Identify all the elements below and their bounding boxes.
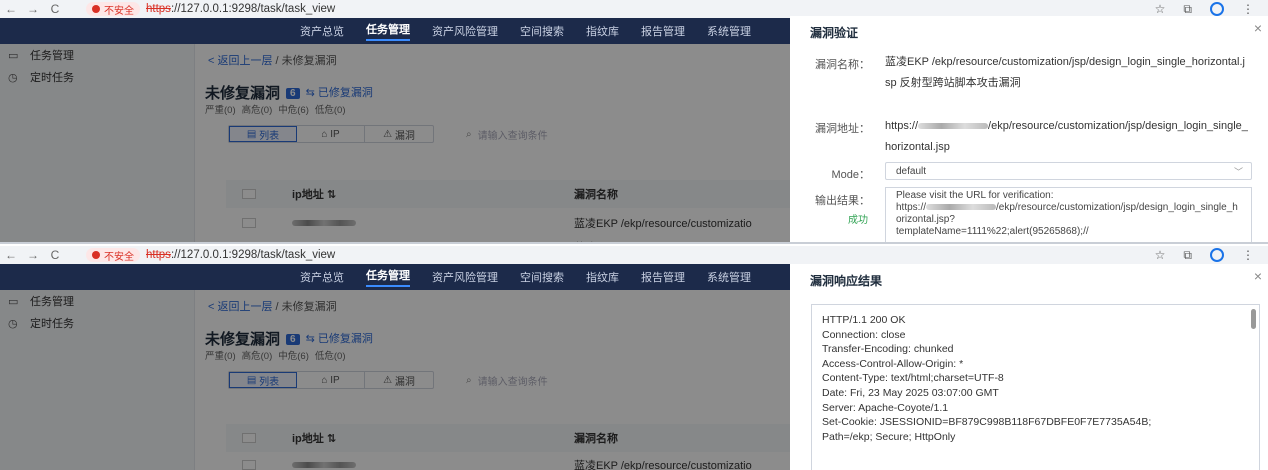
browser-menu-icon[interactable]: ⋮ [1242,2,1254,16]
extensions-icon[interactable]: ⧉ [1183,2,1192,17]
nav-system[interactable]: 系统管理 [707,23,751,39]
drawer-title: 漏洞响应结果 [810,274,883,288]
browser-actions: ☆ ⧉ ⋮ [1155,2,1268,17]
warning-icon [92,5,100,13]
nav-fingerprint[interactable]: 指纹库 [586,23,619,39]
vuln-name-label: 漏洞名称： [815,59,870,71]
forward-arrow-icon[interactable]: → [22,2,44,16]
bookmark-star-icon[interactable]: ☆ [1155,2,1166,16]
warning-icon [92,251,100,259]
nav-asset-risk[interactable]: 资产风险管理 [432,269,498,285]
redacted-host [926,204,997,211]
nav-space-search[interactable]: 空间搜索 [520,23,564,39]
bookmark-star-icon[interactable]: ☆ [1155,248,1166,262]
reload-icon[interactable]: C [44,248,66,262]
nav-asset-overview[interactable]: 资产总览 [300,269,344,285]
nav-report[interactable]: 报告管理 [641,23,685,39]
response-textarea[interactable]: HTTP/1.1 200 OK Connection: close Transf… [811,304,1260,470]
modal-overlay[interactable] [0,44,790,242]
nav-asset-overview[interactable]: 资产总览 [300,23,344,39]
back-arrow-icon[interactable]: ← [0,248,22,262]
bottom-screenshot-pane: ← → C 不安全 https://127.0.0.1:9298/task/ta… [0,246,1268,470]
output-label: 输出结果： [815,195,870,207]
nav-system[interactable]: 系统管理 [707,269,751,285]
profile-icon[interactable] [1210,2,1224,16]
nav-task-management[interactable]: 任务管理 [366,267,410,287]
nav-space-search[interactable]: 空间搜索 [520,269,564,285]
forward-arrow-icon[interactable]: → [22,248,44,262]
nav-asset-risk[interactable]: 资产风险管理 [432,23,498,39]
chevron-down-icon: ﹀ [1233,166,1243,177]
vuln-name-value: 蓝凌EKP /ekp/resource/customization/jsp/de… [885,56,1245,89]
mode-select[interactable]: default ﹀ [885,162,1252,180]
top-screenshot-pane: ← → C 不安全 https://127.0.0.1:9298/task/ta… [0,0,1268,244]
vuln-addr-label: 漏洞地址： [815,123,870,135]
not-secure-badge[interactable]: 不安全 [86,2,140,17]
extensions-icon[interactable]: ⧉ [1183,248,1192,263]
mode-label: Mode： [831,169,870,181]
scrollbar[interactable] [1251,309,1256,329]
profile-icon[interactable] [1210,248,1224,262]
close-icon[interactable]: × [1254,20,1262,36]
output-textarea[interactable]: Please visit the URL for verification: h… [885,187,1252,242]
drawer-title: 漏洞验证 [810,26,859,40]
not-secure-badge[interactable]: 不安全 [86,248,140,263]
nav-fingerprint[interactable]: 指纹库 [586,269,619,285]
browser-toolbar: ← → C 不安全 https://127.0.0.1:9298/task/ta… [0,246,1268,264]
browser-menu-icon[interactable]: ⋮ [1242,248,1254,262]
close-icon[interactable]: × [1254,268,1262,284]
browser-actions: ☆ ⧉ ⋮ [1155,248,1268,263]
address-bar[interactable]: https://127.0.0.1:9298/task/task_view [146,249,335,261]
status-badge: 成功 [848,215,868,226]
reload-icon[interactable]: C [44,2,66,16]
vuln-response-drawer: 漏洞响应结果 × HTTP/1.1 200 OK Connection: clo… [790,264,1268,470]
nav-task-management[interactable]: 任务管理 [366,21,410,41]
vuln-verify-drawer: 漏洞验证 × 漏洞名称： 蓝凌EKP /ekp/resource/customi… [790,16,1268,242]
vuln-addr-value: https:///ekp/resource/customization/jsp/… [885,120,1248,153]
nav-report[interactable]: 报告管理 [641,269,685,285]
address-bar[interactable]: https://127.0.0.1:9298/task/task_view [146,3,335,15]
redacted-host [918,123,989,130]
back-arrow-icon[interactable]: ← [0,2,22,16]
modal-overlay[interactable] [0,290,790,470]
